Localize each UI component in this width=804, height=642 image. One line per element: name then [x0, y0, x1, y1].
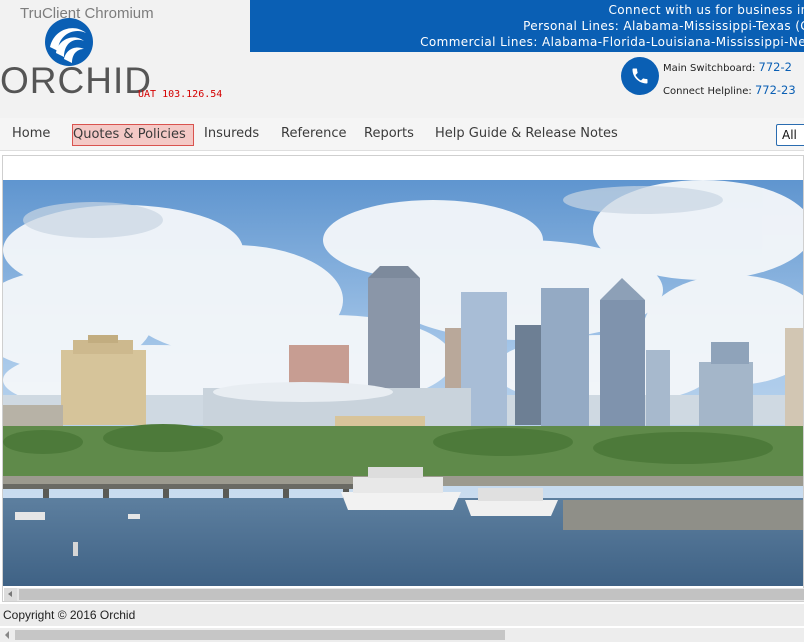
helpline-label: Connect Helpline:	[663, 86, 752, 97]
switchboard-row: Main Switchboard: 772-2	[663, 60, 792, 74]
helpline-row: Connect Helpline: 772-23	[663, 83, 796, 97]
scrollbar-thumb[interactable]	[19, 589, 804, 600]
footer: Copyright © 2016 Orchid	[0, 604, 804, 626]
copyright-text: Copyright © 2016 Orchid	[3, 608, 136, 622]
city-skyline-image	[3, 180, 803, 586]
nav-reports[interactable]: Reports	[364, 124, 414, 146]
banner-line-3: Commercial Lines: Alabama-Florida-Louisi…	[420, 35, 804, 49]
nav-quotes-policies[interactable]: Quotes & Policies	[72, 124, 194, 146]
switchboard-number-link[interactable]: 772-2	[759, 60, 792, 74]
header: TruClient Chromium ORCHID UAT 103.126.54…	[0, 0, 804, 118]
info-banner: Connect with us for business in t Person…	[250, 0, 804, 52]
search-scope-select[interactable]: All	[776, 124, 804, 146]
environment-label: UAT 103.126.54	[138, 89, 223, 100]
scroll-left-arrow-icon[interactable]	[4, 588, 17, 601]
page-horizontal-scrollbar[interactable]	[0, 628, 804, 642]
nav-home[interactable]: Home	[12, 124, 50, 146]
page-scroll-left-arrow-icon[interactable]	[2, 630, 12, 640]
main-nav: Home Quotes & Policies Insureds Referenc…	[0, 118, 804, 151]
content-horizontal-scrollbar[interactable]	[4, 588, 804, 601]
logo-text[interactable]: ORCHID	[0, 60, 152, 102]
page-scrollbar-thumb[interactable]	[15, 630, 505, 640]
switchboard-label: Main Switchboard:	[663, 63, 756, 74]
phone-icon	[621, 57, 659, 95]
helpline-number-link[interactable]: 772-23	[755, 83, 796, 97]
nav-help-guide[interactable]: Help Guide & Release Notes	[435, 124, 618, 146]
nav-reference[interactable]: Reference	[281, 124, 346, 146]
content-frame	[2, 155, 804, 602]
banner-line-1: Connect with us for business in t	[608, 3, 804, 17]
nav-insureds[interactable]: Insureds	[204, 124, 259, 146]
banner-line-2: Personal Lines: Alabama-Mississippi-Texa…	[523, 19, 804, 33]
